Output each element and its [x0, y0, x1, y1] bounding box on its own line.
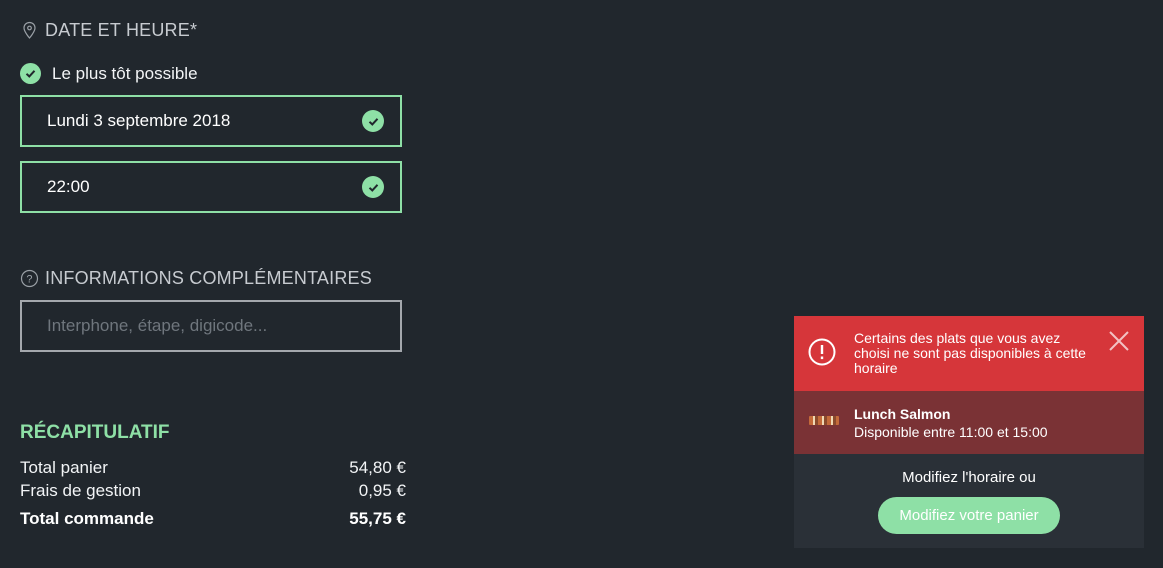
unavailable-alert: Certains des plats que vous avez choisi … [794, 316, 1144, 548]
location-pin-icon [20, 21, 39, 40]
recap-row-label: Frais de gestion [20, 481, 141, 500]
info-title: INFORMATIONS COMPLÉMENTAIRES [45, 268, 372, 288]
recap-total-label: Total commande [20, 509, 154, 528]
item-availability: Disponible entre 11:00 et 15:00 [854, 424, 1048, 440]
recap-row-value: 54,80 € [349, 458, 406, 477]
datetime-title: DATE ET HEURE* [45, 20, 198, 40]
alert-message: Certains des plats que vous avez choisi … [854, 330, 1086, 376]
datetime-section-title: DATE ET HEURE* [20, 20, 197, 41]
alert-header: Certains des plats que vous avez choisi … [794, 316, 1144, 391]
asap-checkbox[interactable]: Le plus tôt possible [20, 63, 198, 84]
info-input[interactable]: Interphone, étape, digicode... [20, 300, 402, 352]
recap-row: Total panier 54,80 € [20, 458, 406, 478]
question-icon: ? [20, 269, 39, 288]
unavailable-item: Lunch Salmon Disponible entre 11:00 et 1… [794, 391, 1144, 454]
info-placeholder: Interphone, étape, digicode... [47, 316, 268, 335]
recap-row-value: 0,95 € [358, 481, 406, 500]
check-icon [362, 110, 384, 132]
alert-icon [808, 338, 836, 366]
recap-total-value: 55,75 € [349, 509, 406, 528]
svg-text:?: ? [26, 274, 32, 286]
recap-total-row: Total commande 55,75 € [20, 509, 406, 529]
check-icon [20, 63, 41, 84]
recap-title: RÉCAPITULATIF [20, 422, 170, 443]
date-field[interactable]: Lundi 3 septembre 2018 [20, 95, 402, 147]
checkout-page: DATE ET HEURE* Le plus tôt possible Lund… [0, 0, 1163, 568]
item-thumbnail [809, 416, 839, 425]
time-value: 22:00 [47, 177, 90, 196]
info-section-title: ? INFORMATIONS COMPLÉMENTAIRES [20, 268, 372, 289]
time-field[interactable]: 22:00 [20, 161, 402, 213]
alert-footer-text: Modifiez l'horaire ou [902, 469, 1036, 486]
close-icon[interactable] [1108, 330, 1130, 352]
check-icon [362, 176, 384, 198]
recap-row: Frais de gestion 0,95 € [20, 481, 406, 501]
item-name: Lunch Salmon [854, 406, 951, 422]
asap-label: Le plus tôt possible [52, 63, 198, 83]
date-value: Lundi 3 septembre 2018 [47, 111, 231, 130]
modify-cart-button[interactable]: Modifiez votre panier [878, 497, 1060, 534]
recap-row-label: Total panier [20, 458, 108, 477]
